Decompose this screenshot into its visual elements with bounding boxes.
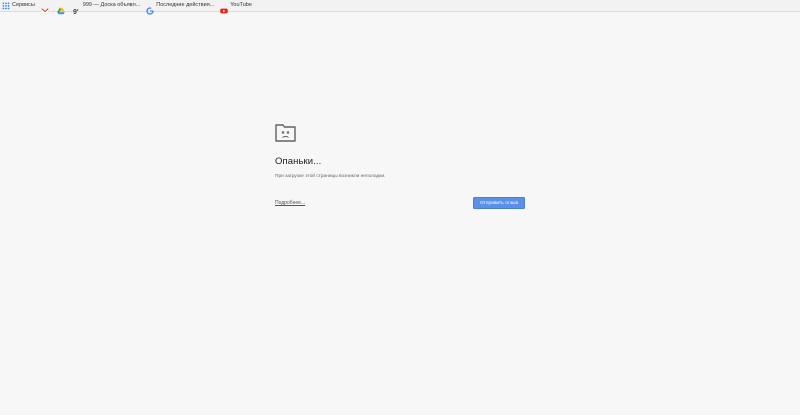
bookmark-label: Сервисы — [12, 2, 35, 8]
send-feedback-button[interactable]: Отправить отзыв — [473, 197, 525, 209]
error-footer: Подробнее... Отправить отзыв — [275, 197, 525, 209]
apps-icon — [2, 1, 10, 10]
bookmark-apps[interactable]: Сервисы — [2, 0, 35, 11]
bookmark-youtube[interactable]: YouTube — [220, 0, 252, 13]
google-icon — [146, 2, 155, 15]
error-message: При загрузке этой страницы возникли непо… — [275, 174, 386, 179]
youtube-icon — [220, 2, 228, 13]
error-title: Опаньки... — [275, 156, 322, 167]
drive-icon — [56, 2, 65, 14]
bookmark-999[interactable]: 9' 999 — Доска объявл... — [73, 0, 141, 16]
bookmark-label: Последние действия... — [156, 2, 215, 8]
bookmark-label: 999 — Доска объявл... — [82, 2, 141, 8]
learn-more-link[interactable]: Подробнее... — [275, 200, 305, 206]
bookmarks-bar: Сервисы 9' 999 — Доска объявл... Последн… — [0, 0, 800, 16]
sad-tab-icon — [275, 124, 296, 142]
gmail-icon — [41, 2, 49, 14]
browser-window: Сервисы 9' 999 — Доска объявл... Последн… — [0, 0, 800, 415]
bookmark-google-activity[interactable]: Последние действия... — [146, 0, 215, 15]
bookmark-gmail[interactable] — [41, 0, 51, 14]
svg-text:9': 9' — [73, 9, 79, 15]
bookmark-drive[interactable] — [56, 0, 67, 14]
bookmark-label: YouTube — [230, 2, 252, 8]
999-icon: 9' — [73, 2, 81, 16]
error-content: Опаньки... При загрузке этой страницы во… — [275, 124, 525, 209]
